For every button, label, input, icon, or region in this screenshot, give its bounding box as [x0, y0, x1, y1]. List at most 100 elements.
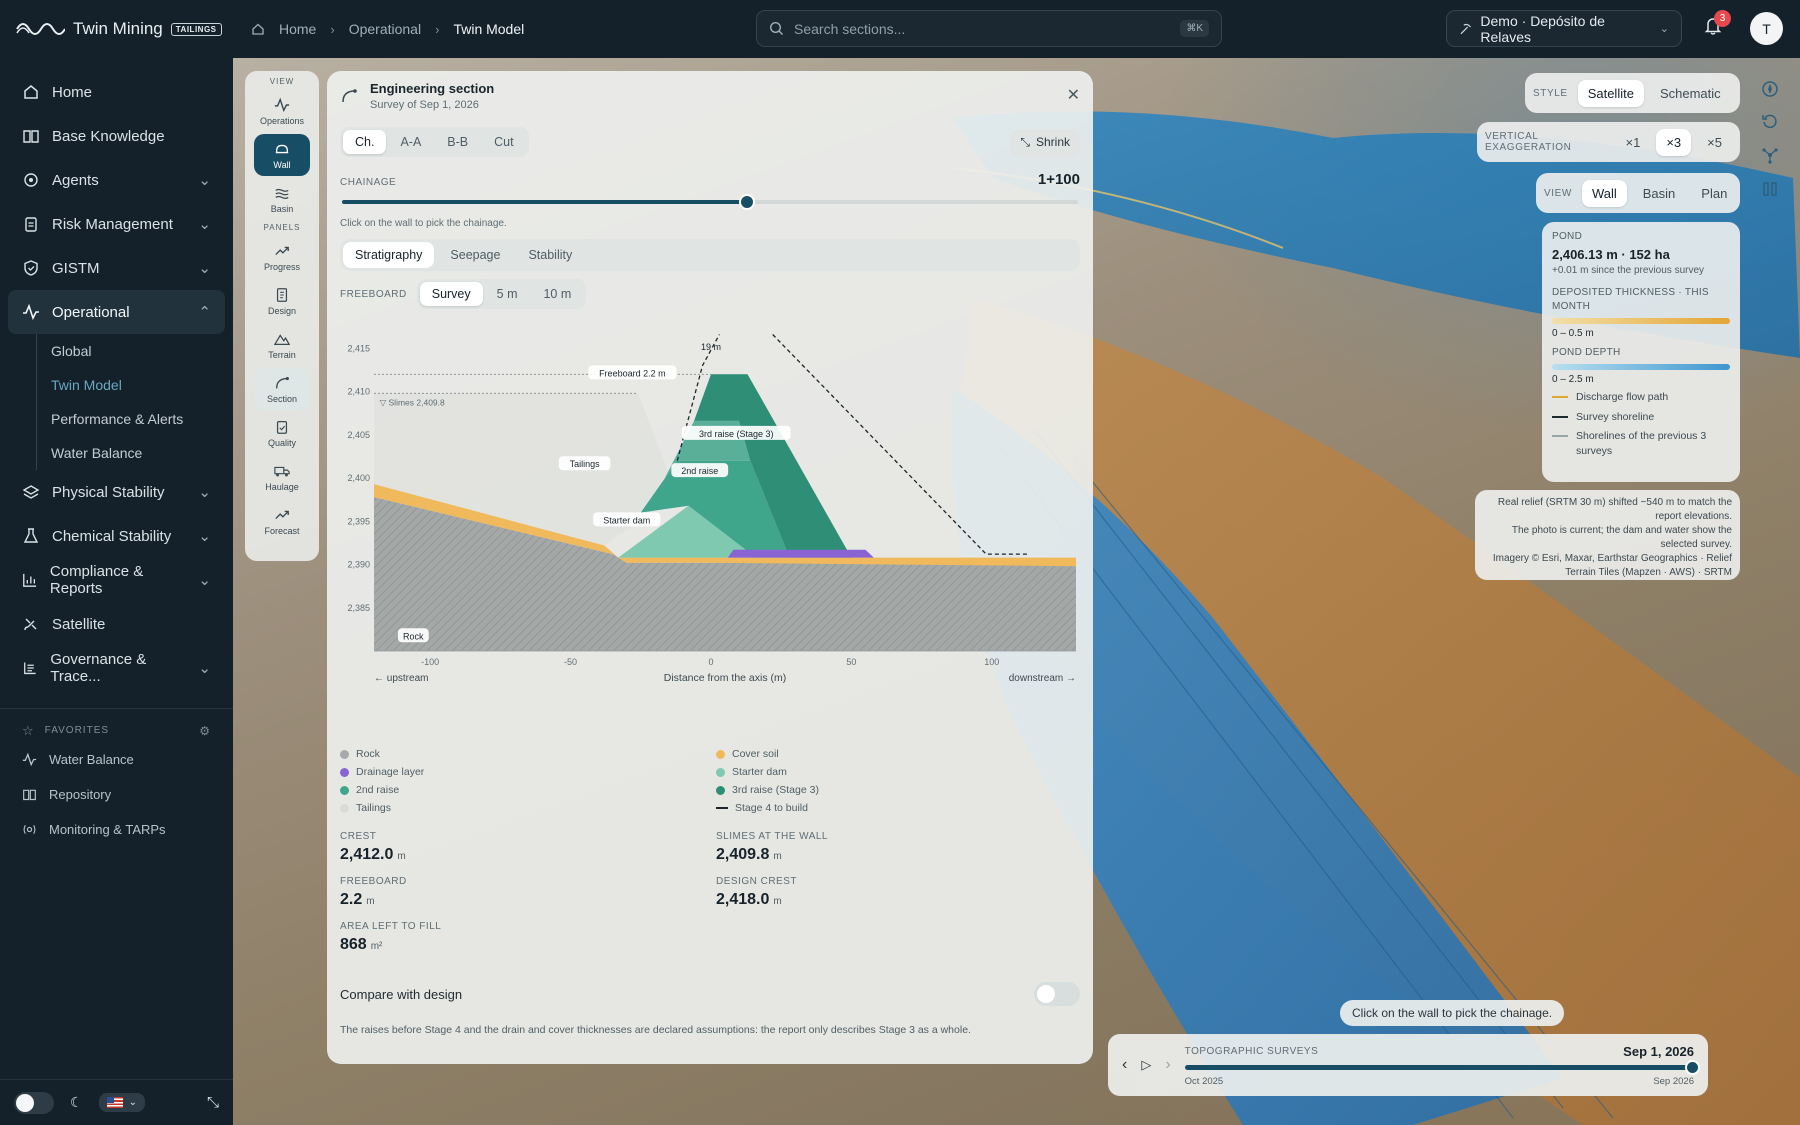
section-chart-svg[interactable]: 2,415 2,410 2,405 2,400 2,395 2,390 2,385 -100 -…: [340, 313, 1080, 743]
sidebar-subitem-global[interactable]: Global: [37, 334, 233, 368]
play-button[interactable]: ▷: [1141, 1057, 1151, 1073]
legend-label: Starter dam: [732, 766, 787, 778]
sidebar-item-satellite[interactable]: Satellite: [0, 602, 233, 646]
timeline-start: Oct 2025: [1184, 1075, 1224, 1087]
breadcrumb-operational[interactable]: Operational: [349, 21, 421, 37]
sidebar-item-risk-management[interactable]: Risk Management ⌄: [0, 202, 233, 246]
legend-swatch: [716, 807, 728, 809]
vexag-option-5[interactable]: ×5: [1697, 129, 1732, 156]
vexag-option-1[interactable]: ×1: [1616, 129, 1651, 156]
sidebar-item-agents[interactable]: Agents ⌄: [0, 158, 233, 202]
x-tick-label: 50: [846, 657, 856, 667]
freeboard-option-10m[interactable]: 10 m: [531, 282, 583, 306]
vexag-option-3[interactable]: ×3: [1656, 128, 1692, 156]
timeline-thumb[interactable]: [1685, 1059, 1700, 1075]
rail-button-basin[interactable]: Basin: [254, 178, 310, 220]
settings-icon[interactable]: ⚙: [199, 724, 211, 738]
tab-seepage[interactable]: Seepage: [438, 242, 512, 268]
sidebar-item-gistm[interactable]: GISTM ⌄: [0, 246, 233, 290]
rail-button-haulage[interactable]: Haulage: [254, 456, 310, 498]
style-option-satellite[interactable]: Satellite: [1577, 79, 1644, 107]
timeline-body: TOPOGRAPHIC SURVEYS Sep 1, 2026 Oct 2025…: [1184, 1044, 1700, 1087]
map-view-basin[interactable]: Basin: [1633, 180, 1686, 207]
sidebar-item-base-knowledge[interactable]: Base Knowledge: [0, 114, 233, 158]
shrink-button[interactable]: ⤡ Shrink: [1010, 128, 1080, 156]
style-toggle: STYLE Satellite Schematic: [1525, 73, 1740, 113]
style-option-schematic[interactable]: Schematic: [1650, 80, 1731, 107]
tab-cut[interactable]: Cut: [482, 130, 525, 154]
document-icon: [276, 287, 288, 302]
timeline-slider[interactable]: [1184, 1059, 1700, 1075]
sidebar-item-compliance-reports[interactable]: Compliance & Reports ⌄: [0, 558, 233, 602]
rail-button-wall[interactable]: Wall: [254, 134, 310, 176]
rail-button-label: Terrain: [268, 349, 296, 360]
breadcrumb-home[interactable]: Home: [279, 21, 316, 37]
favorite-water-balance[interactable]: Water Balance: [0, 742, 233, 777]
stat-value: 2,418.0: [716, 891, 770, 908]
sidebar-item-operational[interactable]: Operational ⌃: [8, 290, 225, 334]
rail-button-terrain[interactable]: Terrain: [254, 324, 310, 366]
rail-button-quality[interactable]: Quality: [254, 412, 310, 454]
stat-unit: m: [773, 896, 782, 907]
sidebar: Home Base Knowledge Agents ⌄ Risk Manage…: [0, 58, 233, 1125]
columns-button[interactable]: [1755, 174, 1785, 204]
slimes-annotation: ▽ Slimes 2,409.8: [380, 397, 445, 407]
legend-swatch: [340, 803, 349, 813]
theme-toggle[interactable]: [14, 1091, 54, 1114]
rail-button-section[interactable]: Section: [254, 368, 310, 410]
next-survey-button[interactable]: ›: [1165, 1056, 1170, 1074]
workspace-selector[interactable]: Demo · Depósito de Relaves ⌄: [1446, 10, 1682, 47]
rail-button-forecast[interactable]: Forecast: [254, 500, 310, 542]
sidebar-item-governance[interactable]: Governance & Trace... ⌄: [0, 646, 233, 690]
chainage-slider[interactable]: [340, 192, 1080, 210]
reset-view-button[interactable]: [1755, 106, 1785, 136]
rail-button-label: Quality: [267, 437, 296, 448]
sidebar-item-chemical-stability[interactable]: Chemical Stability ⌄: [0, 514, 233, 558]
network-button[interactable]: [1755, 140, 1785, 170]
home-icon: [252, 23, 264, 35]
rail-button-progress[interactable]: Progress: [254, 236, 310, 278]
trend-up-icon: [275, 510, 289, 519]
close-icon[interactable]: ✕: [1067, 85, 1080, 105]
notifications-button[interactable]: 3: [1704, 10, 1731, 36]
section-chart[interactable]: 2,415 2,410 2,405 2,400 2,395 2,390 2,385 -100 -…: [340, 313, 1080, 743]
credit-relief: Real relief (SRTM 30 m) shifted −540 m t…: [1497, 497, 1732, 522]
rail-button-design[interactable]: Design: [254, 280, 310, 322]
tailings-annotation-text: Tailings: [570, 459, 601, 469]
sidebar-item-home[interactable]: Home: [0, 70, 233, 114]
star-icon: ☆: [22, 722, 35, 738]
prev-survey-button[interactable]: ‹: [1122, 1056, 1127, 1074]
map-view-wall[interactable]: Wall: [1581, 179, 1627, 207]
slider-fill: [342, 200, 749, 204]
sidebar-subitem-twin-model[interactable]: Twin Model: [37, 368, 233, 402]
freeboard-option-survey[interactable]: Survey: [419, 282, 483, 306]
tab-chainage[interactable]: Ch.: [343, 130, 387, 154]
language-selector[interactable]: ⌄: [98, 1093, 145, 1112]
freeboard-option-5m[interactable]: 5 m: [485, 282, 530, 306]
x-tick-label: 100: [984, 657, 999, 667]
sidebar-subitem-water-balance[interactable]: Water Balance: [37, 436, 233, 470]
favorite-repository[interactable]: Repository: [0, 777, 233, 812]
section-legend: Rock Drainage layer 2nd raise Tailings C…: [340, 745, 1080, 817]
tab-a-a[interactable]: A-A: [388, 130, 433, 154]
stat-unit: m: [773, 851, 782, 862]
search-input[interactable]: Search sections... ⌘K: [756, 10, 1222, 47]
slider-thumb[interactable]: [739, 194, 755, 210]
tab-stability[interactable]: Stability: [516, 242, 584, 268]
sidebar-subitem-performance-alerts[interactable]: Performance & Alerts: [37, 402, 233, 436]
chevron-down-icon: ⌄: [198, 172, 211, 189]
avatar[interactable]: T: [1750, 12, 1783, 45]
compare-design-toggle[interactable]: [1034, 982, 1080, 1006]
moon-icon[interactable]: ☾: [70, 1094, 83, 1111]
collapse-sidebar-icon[interactable]: ⤡: [207, 1094, 219, 1111]
tab-b-b[interactable]: B-B: [435, 130, 480, 154]
sidebar-item-physical-stability[interactable]: Physical Stability ⌄: [0, 470, 233, 514]
brand[interactable]: Twin Mining TAILINGS: [0, 19, 233, 39]
sidebar-item-label: Satellite: [52, 615, 106, 633]
map-view-plan[interactable]: Plan: [1691, 180, 1737, 207]
tab-stratigraphy[interactable]: Stratigraphy: [343, 242, 435, 268]
rail-button-operations[interactable]: Operations: [254, 90, 310, 132]
reset-icon: [1762, 114, 1777, 129]
favorite-monitoring-tarps[interactable]: Monitoring & TARPs: [0, 812, 233, 847]
compass-button[interactable]: [1755, 74, 1785, 104]
